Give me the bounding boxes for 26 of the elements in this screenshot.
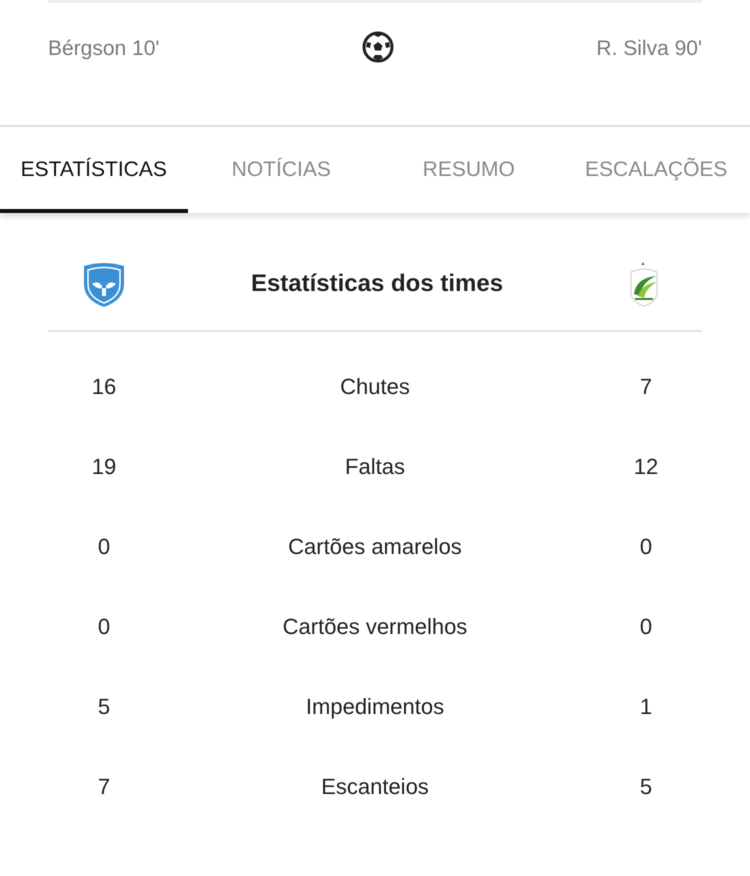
goal-scorer: R. Silva 90' [596,36,702,62]
tab[interactable]: ESTATÍSTICAS [0,127,188,213]
away-value: 12 [634,454,658,479]
tab[interactable]: RESUMO [375,127,562,213]
stat-label: Cartões amarelos [288,534,462,559]
stat-label: Faltas [345,454,405,479]
away-value: 0 [640,534,652,559]
home-value: 19 [92,454,116,479]
tab[interactable]: ESCALAÇÕES [562,127,750,213]
stat-label: Impedimentos [306,694,444,719]
section-title: Estatísticas dos times [250,268,504,298]
away-value: 0 [640,614,652,639]
home-value: 0 [98,534,110,559]
stat-label: Escanteios [321,774,429,799]
stat-label: Cartões vermelhos [282,614,468,639]
home-value: 16 [92,374,116,399]
home-value: 5 [98,694,110,719]
tab[interactable]: NOTÍCIAS [188,127,375,213]
away-value: 5 [640,774,652,799]
away-value: 7 [640,374,652,399]
away-value: 1 [640,694,652,719]
stat-label: Chutes [340,374,410,399]
soccer-ball-icon [362,31,394,63]
home-value: 0 [98,614,110,639]
goal-scorer: Bérgson 10' [48,36,160,62]
home-value: 7 [98,774,110,799]
